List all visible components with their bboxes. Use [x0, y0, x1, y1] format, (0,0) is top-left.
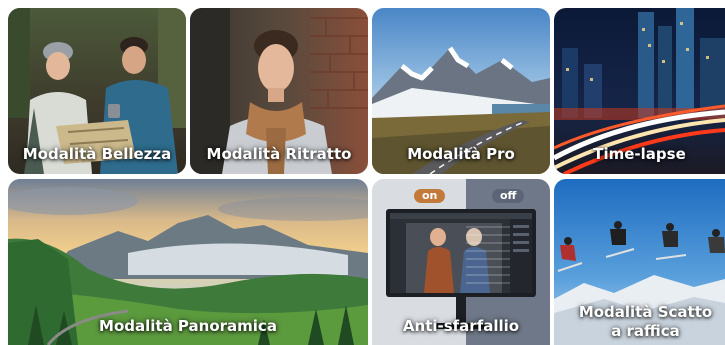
anti-flicker-tile[interactable]: on off Anti-sfarfallio	[372, 179, 550, 345]
panorama-mode-tile[interactable]: Modalità Panoramica	[8, 179, 368, 345]
time-lapse-label: Time-lapse	[593, 145, 686, 163]
anti-flicker-label: Anti-sfarfallio	[402, 317, 520, 335]
time-lapse-tile[interactable]: Time-lapse	[554, 8, 725, 174]
portrait-mode-tile[interactable]: Modalità Ritratto	[190, 8, 368, 174]
pro-mode-tile[interactable]: Modalità Pro	[372, 8, 550, 174]
portrait-mode-label: Modalità Ritratto	[206, 145, 352, 163]
burst-mode-tile[interactable]: Modalità Scatto a raffica	[554, 179, 725, 345]
beauty-mode-label: Modalità Bellezza	[22, 145, 172, 163]
panorama-mode-label: Modalità Panoramica	[99, 317, 277, 335]
beauty-mode-tile[interactable]: Modalità Bellezza	[8, 8, 186, 174]
flicker-off-badge: off	[492, 189, 525, 203]
pro-mode-label: Modalità Pro	[407, 145, 515, 163]
flicker-on-badge: on	[414, 189, 446, 203]
burst-mode-label: Modalità Scatto a raffica	[578, 303, 713, 340]
